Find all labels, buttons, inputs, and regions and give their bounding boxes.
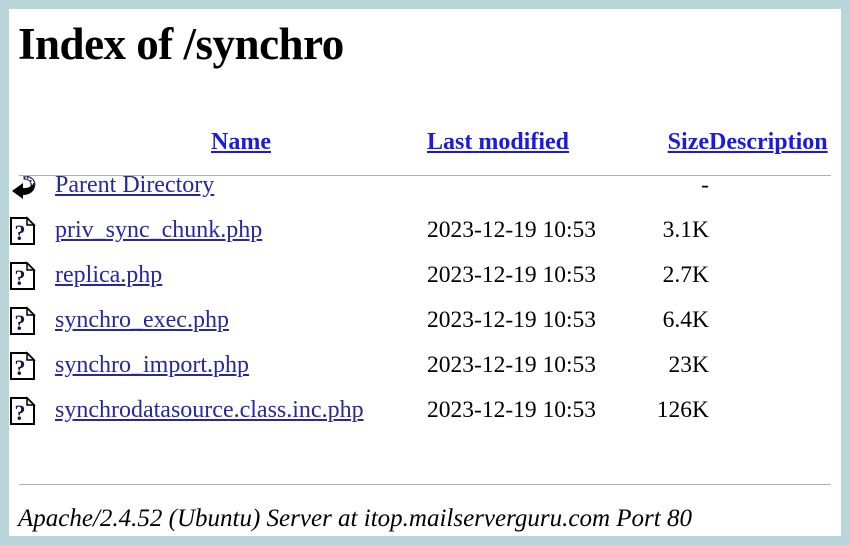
row-icon-cell: ?: [9, 343, 55, 388]
listing-body: Parent Directory - ? priv_sync_chunk.php…: [9, 163, 841, 433]
sort-by-size-link[interactable]: Size: [668, 129, 709, 155]
file-link[interactable]: priv_sync_chunk.php: [55, 217, 262, 243]
table-row[interactable]: ? synchro_import.php 2023-12-19 10:53 23…: [9, 343, 841, 388]
listing-header-row: Name Last modified Size Description: [9, 121, 841, 163]
svg-text:?: ?: [15, 400, 26, 425]
file-description-cell: [709, 208, 841, 253]
unknown-file-icon: ?: [9, 395, 39, 426]
table-row-parent-directory[interactable]: Parent Directory -: [9, 163, 841, 208]
file-size-cell: 126K: [656, 397, 709, 423]
table-row[interactable]: ? synchro_exec.php 2023-12-19 10:53 6.4K: [9, 298, 841, 343]
column-header-name: Name: [55, 121, 427, 163]
unknown-file-icon: ?: [9, 350, 39, 381]
column-header-description: Description: [709, 121, 841, 163]
file-link[interactable]: synchro_exec.php: [55, 307, 229, 333]
parent-directory-size-cell: -: [701, 172, 709, 198]
file-date-cell: 2023-12-19 10:53: [427, 307, 597, 333]
parent-directory-date-cell: [427, 163, 639, 208]
file-link[interactable]: replica.php: [55, 262, 162, 288]
unknown-file-icon: ?: [9, 215, 39, 246]
file-date-cell: 2023-12-19 10:53: [427, 262, 597, 288]
parent-directory-description-cell: [709, 163, 841, 208]
column-header-last-modified: Last modified: [427, 121, 639, 163]
file-link[interactable]: synchrodatasource.class.inc.php: [55, 397, 364, 423]
file-name-cell: priv_sync_chunk.php: [55, 208, 427, 253]
sort-by-name-link[interactable]: Name: [211, 129, 271, 155]
file-size-cell: 3.1K: [662, 217, 709, 243]
table-row[interactable]: ? priv_sync_chunk.php 2023-12-19 10:53 3…: [9, 208, 841, 253]
column-header-size: Size: [639, 121, 709, 163]
unknown-file-icon: ?: [9, 260, 39, 291]
svg-text:?: ?: [15, 265, 26, 290]
parent-directory-name-cell: Parent Directory: [55, 163, 427, 208]
file-date-cell: 2023-12-19 10:53: [427, 217, 597, 243]
file-name-cell: replica.php: [55, 253, 427, 298]
file-name-cell: synchro_exec.php: [55, 298, 427, 343]
file-date-cell: 2023-12-19 10:53: [427, 352, 597, 378]
page-title: Index of /synchro: [18, 19, 344, 69]
file-size-cell: 23K: [668, 352, 709, 378]
sort-by-last-modified-link[interactable]: Last modified: [427, 129, 569, 155]
row-icon-cell: ?: [9, 208, 55, 253]
file-name-cell: synchrodatasource.class.inc.php: [55, 388, 427, 433]
file-link[interactable]: synchro_import.php: [55, 352, 249, 378]
table-row[interactable]: ? synchrodatasource.class.inc.php 2023-1…: [9, 388, 841, 433]
file-date-cell: 2023-12-19 10:53: [427, 397, 597, 423]
file-name-cell: synchro_import.php: [55, 343, 427, 388]
svg-text:?: ?: [15, 220, 26, 245]
sort-by-description-link[interactable]: Description: [709, 129, 828, 155]
file-description-cell: [709, 343, 841, 388]
file-description-cell: [709, 298, 841, 343]
table-row[interactable]: ? replica.php 2023-12-19 10:53 2.7K: [9, 253, 841, 298]
directory-index-page: Index of /synchro Name Last modified Siz…: [9, 9, 841, 536]
file-size-cell: 2.7K: [662, 262, 709, 288]
directory-listing-table: Name Last modified Size Description Pare…: [9, 121, 841, 433]
unknown-file-icon: ?: [9, 305, 39, 336]
row-icon-cell: ?: [9, 298, 55, 343]
file-size-cell: 6.4K: [662, 307, 709, 333]
file-description-cell: [709, 253, 841, 298]
file-description-cell: [709, 388, 841, 433]
svg-text:?: ?: [15, 355, 26, 380]
svg-text:?: ?: [15, 310, 26, 335]
row-icon-cell: [9, 163, 55, 208]
server-signature: Apache/2.4.52 (Ubuntu) Server at itop.ma…: [18, 505, 692, 532]
footer-divider: [19, 484, 831, 485]
row-icon-cell: ?: [9, 253, 55, 298]
row-icon-cell: ?: [9, 388, 55, 433]
header-divider: [19, 175, 831, 176]
header-icon-spacer: [9, 121, 55, 163]
